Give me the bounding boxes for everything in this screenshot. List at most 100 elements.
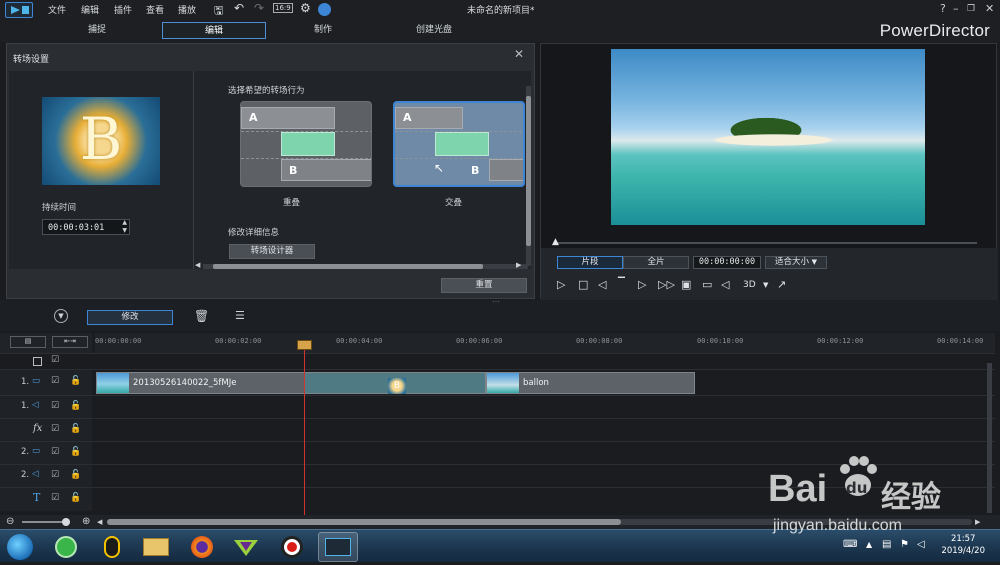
track-enabled-checkbox[interactable]: ☑ — [51, 401, 59, 411]
lock-icon[interactable]: 🔓 — [70, 376, 81, 386]
modify-button[interactable]: 修改 — [87, 310, 173, 325]
taskbar-app-powerdirector-icon[interactable] — [318, 532, 358, 562]
scroll-thumb[interactable] — [107, 519, 621, 525]
check-icon[interactable]: ☑ — [51, 355, 59, 365]
taskbar-app-explorer-icon[interactable] — [136, 532, 176, 562]
tab-clip[interactable]: 片段 — [557, 256, 623, 269]
taskbar-app-qq-icon[interactable] — [92, 532, 132, 562]
menu-file[interactable]: 文件 — [48, 3, 66, 16]
taskbar-app-recorder-icon[interactable] — [272, 532, 312, 562]
scroll-thumb[interactable] — [526, 96, 531, 246]
subtitle-icon[interactable]: ▭ — [702, 278, 712, 291]
spin-down-icon[interactable]: ▼ — [122, 227, 127, 234]
tray-show-hidden-icon[interactable]: ▲ — [866, 540, 872, 549]
lock-icon[interactable]: 🔓 — [70, 424, 81, 434]
next-frame-icon[interactable]: ▷ — [638, 278, 646, 291]
taskbar-app-browser-icon[interactable] — [46, 532, 86, 562]
collapse-chevron-icon[interactable]: ▼ — [54, 309, 68, 323]
duration-field[interactable]: 00:00:03:01 ▲ ▼ — [42, 219, 130, 235]
tab-capture[interactable]: 捕捉 — [62, 22, 132, 39]
clip-thumbnail — [97, 373, 129, 393]
tray-device-icon[interactable]: ▤ — [882, 539, 891, 550]
account-icon[interactable] — [318, 3, 331, 16]
play-icon[interactable]: ▷ — [557, 278, 565, 291]
menu-plugins[interactable]: 插件 — [114, 3, 132, 16]
restore-icon[interactable]: ❐ — [967, 4, 975, 14]
track-enabled-checkbox[interactable]: ☑ — [51, 424, 59, 434]
track-number: 1. — [21, 401, 30, 411]
taskbar-app-firefox-icon[interactable] — [182, 532, 222, 562]
more-options-icon[interactable]: ☰ — [235, 309, 245, 322]
playhead-handle[interactable] — [297, 340, 312, 350]
zoom-slider-handle[interactable] — [62, 518, 70, 526]
watermark-cn: 经验 — [881, 480, 941, 515]
vertical-scrollbar[interactable] — [526, 86, 531, 266]
tab-produce[interactable]: 制作 — [288, 22, 358, 39]
taskbar-app-editor-icon[interactable] — [226, 532, 266, 562]
option-overlap[interactable]: A B — [240, 101, 372, 187]
playback-scrubber[interactable] — [553, 242, 977, 244]
split-icon[interactable]: ▔ — [618, 278, 625, 288]
tray-volume-icon[interactable]: ◁ — [917, 539, 925, 550]
lock-icon[interactable]: 🔓 — [70, 493, 81, 503]
track-enabled-checkbox[interactable]: ☑ — [51, 447, 59, 457]
tray-flag-icon[interactable]: ⚑ — [900, 539, 909, 550]
scroll-left-icon[interactable]: ◀ — [195, 261, 200, 269]
horizontal-scrollbar[interactable] — [203, 264, 528, 269]
minimize-icon[interactable]: – — [953, 2, 959, 15]
settings-gear-icon[interactable]: ⚙ — [300, 1, 311, 15]
3d-toggle[interactable]: 3D — [743, 280, 756, 290]
previous-frame-icon[interactable]: ◁ — [598, 278, 606, 291]
close-icon[interactable]: ✕ — [514, 47, 524, 61]
menu-view[interactable]: 查看 — [146, 3, 164, 16]
undock-icon[interactable]: ↗ — [777, 278, 786, 291]
spin-up-icon[interactable]: ▲ — [122, 219, 127, 226]
scroll-thumb[interactable] — [213, 264, 483, 269]
volume-icon[interactable]: ◁ — [721, 278, 729, 291]
scrubber-handle-icon[interactable]: ▲ — [552, 237, 559, 247]
3d-dropdown-icon[interactable]: ▼ — [763, 281, 768, 289]
lock-icon[interactable]: 🔓 — [70, 447, 81, 457]
track-enabled-checkbox[interactable]: ☑ — [51, 470, 59, 480]
menu-edit[interactable]: 编辑 — [81, 3, 99, 16]
redo-icon[interactable]: ↷ — [254, 1, 264, 15]
fit-timeline-icon[interactable]: ⇤⇥ — [52, 336, 88, 348]
timecode-display[interactable]: 00:00:00:00 — [693, 256, 761, 269]
lock-icon[interactable]: 🔓 — [70, 401, 81, 411]
track-enabled-checkbox[interactable]: ☑ — [51, 376, 59, 386]
zoom-in-icon[interactable]: ⊕ — [82, 516, 90, 527]
close-window-icon[interactable]: ✕ — [985, 2, 994, 15]
tab-edit[interactable]: 编辑 — [162, 22, 266, 39]
app-logo-icon — [5, 2, 33, 18]
start-button[interactable] — [4, 532, 36, 562]
transition-icon[interactable]: B — [388, 378, 406, 394]
select-all-checkbox[interactable] — [33, 357, 42, 366]
zoom-out-icon[interactable]: ⊖ — [6, 516, 14, 527]
fast-forward-icon[interactable]: ▷▷ — [658, 278, 675, 291]
undo-icon[interactable]: ↶ — [234, 1, 244, 15]
transition-designer-button[interactable]: 转场设计器 — [229, 244, 315, 259]
track-enabled-checkbox[interactable]: ☑ — [51, 493, 59, 503]
lock-icon[interactable]: 🔓 — [70, 470, 81, 480]
save-icon[interactable]: 🖫 — [214, 2, 223, 21]
tab-movie[interactable]: 全片 — [623, 256, 689, 269]
option-cross[interactable]: A B — [393, 101, 525, 187]
reset-button[interactable]: 重置 — [441, 278, 527, 293]
scroll-right-icon[interactable]: ▶ — [516, 261, 521, 269]
ruler-tick: 00:00:12:00 — [817, 337, 864, 345]
scroll-left-icon[interactable]: ◀ — [97, 518, 102, 526]
aspect-ratio-icon[interactable]: 16:9 — [273, 3, 293, 13]
video-clip-2[interactable]: ballon — [486, 372, 695, 394]
timeline-ruler[interactable]: 00:00:00:00 00:00:02:00 00:00:04:00 00:0… — [95, 333, 995, 353]
fit-size-select[interactable]: 适合大小 ▼ — [765, 256, 827, 269]
tray-keyboard-icon[interactable]: ⌨ — [843, 539, 857, 550]
video-track-icon: ▭ — [32, 446, 41, 456]
help-icon[interactable]: ? — [940, 2, 946, 15]
tab-create-disc[interactable]: 创建光盘 — [396, 22, 472, 39]
snapshot-camera-icon[interactable]: ▣ — [681, 278, 691, 291]
menu-playback[interactable]: 播放 — [178, 3, 196, 16]
playhead-line — [304, 343, 305, 517]
stop-icon[interactable]: □ — [578, 278, 588, 291]
delete-trash-icon[interactable]: 🗑 — [194, 309, 209, 323]
track-manager-icon[interactable]: ▤ — [10, 336, 46, 348]
